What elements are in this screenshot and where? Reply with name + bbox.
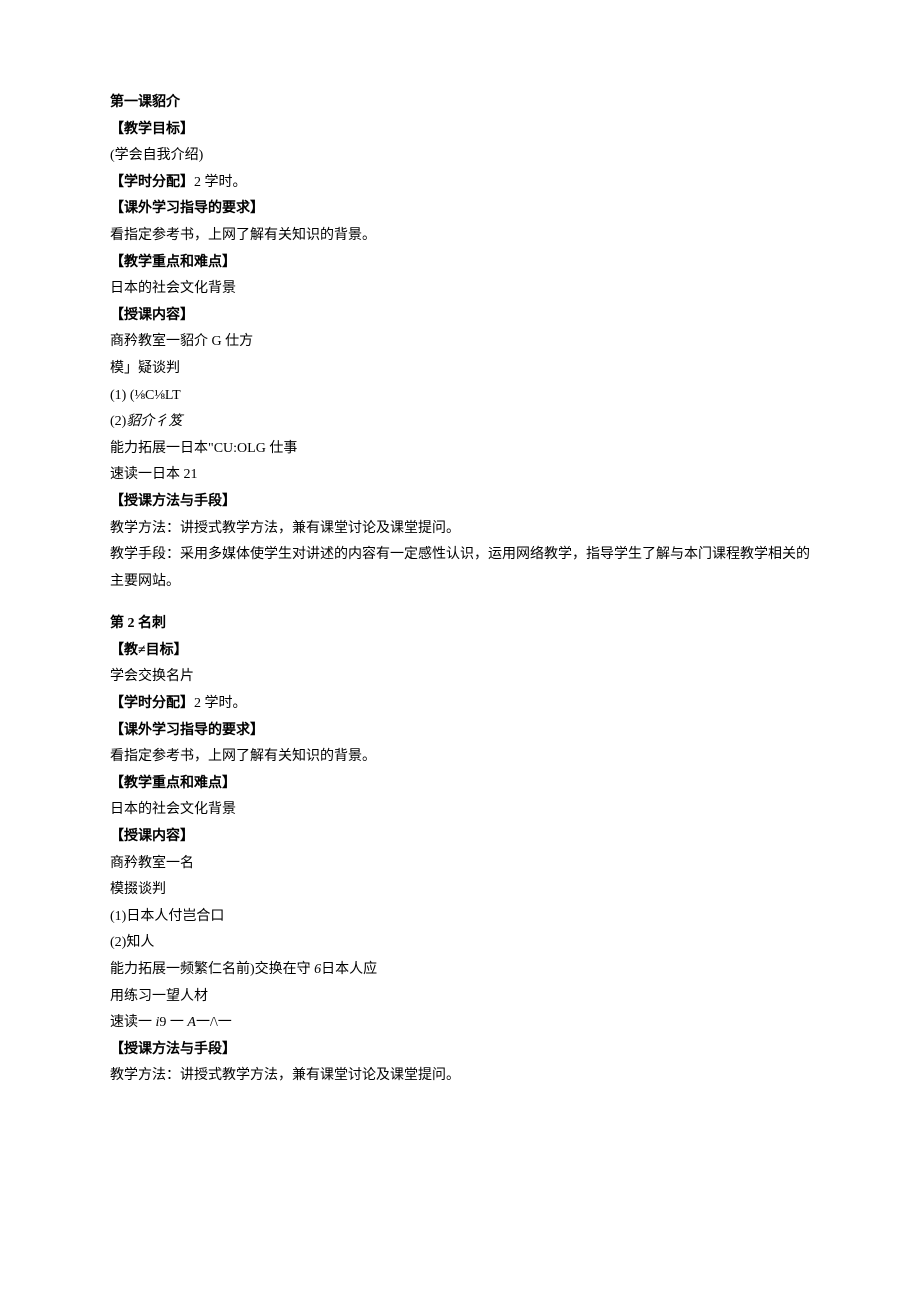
lesson2-content-7a: 速读一 (110, 1015, 156, 1030)
lesson2-focus-label: 【教学重点和难点】 (110, 771, 810, 798)
lesson2-content-7: 速读一 i9 一 A一/\一 (110, 1010, 810, 1037)
lesson1-extra-label: 【课外学习指导的要求】 (110, 196, 810, 223)
lesson1-content-5: 能力拓展一日本"CU:OLG 仕事 (110, 436, 810, 463)
lesson2-content-6: 用练习一望人材 (110, 984, 810, 1011)
lesson2-content-3: (1)日本人付岂合口 (110, 904, 810, 931)
lesson1-content-3: (1) (⅛C⅛LT (110, 383, 810, 410)
lesson2-content-1: 商矜教室一名 (110, 851, 810, 878)
lesson1-focus-label: 【教学重点和难点】 (110, 250, 810, 277)
lesson2-goal-label: 【教≠目标】 (110, 638, 810, 665)
lesson1-extra-text: 看指定参考书，上网了解有关知识的背景。 (110, 223, 810, 250)
lesson2-goal-text: 学会交换名片 (110, 664, 810, 691)
lesson2-method-1: 教学方法：讲授式教学方法，兼有课堂讨论及课堂提问。 (110, 1063, 810, 1090)
lesson1-content-label: 【授课内容】 (110, 303, 810, 330)
lesson1-hours-label: 【学时分配】 (110, 175, 194, 190)
lesson1-method-1: 教学方法：讲授式教学方法，兼有课堂讨论及课堂提问。 (110, 516, 810, 543)
lesson2-extra-text: 看指定参考书，上网了解有关知识的背景。 (110, 744, 810, 771)
lesson2-hours-label: 【学时分配】 (110, 696, 194, 711)
lesson2-content-5: 能力拓展一频繁仁名前)交换在守 6日本人应 (110, 957, 810, 984)
lesson1-content-1: 商矜教室一貂介 G 仕方 (110, 329, 810, 356)
lesson1-goal-text: (学会自我介绍) (110, 143, 810, 170)
lesson2-content-label: 【授课内容】 (110, 824, 810, 851)
lesson1-content-4: (2)貂介彳笈 (110, 409, 810, 436)
lesson2-title: 第 2 名刺 (110, 611, 810, 638)
lesson2-content-7d: A (187, 1015, 196, 1030)
lesson2-hours-text: 2 学时。 (194, 696, 247, 711)
lesson2-hours: 【学时分配】2 学时。 (110, 691, 810, 718)
lesson1-method-2: 教学手段：采用多媒体使学生对讲述的内容有一定感性认识，运用网络教学，指导学生了解… (110, 542, 810, 595)
section-divider (110, 595, 810, 611)
lesson2-content-5a: 能力拓展一频繁仁名前)交换在守 (110, 962, 314, 977)
lesson1-title: 第一课貂介 (110, 90, 810, 117)
lesson2-extra-label: 【课外学习指导的要求】 (110, 718, 810, 745)
lesson1-focus-text: 日本的社会文化背景 (110, 276, 810, 303)
lesson1-content-6: 速读一日本 21 (110, 462, 810, 489)
lesson1-hours: 【学时分配】2 学时。 (110, 170, 810, 197)
lesson2-content-7c: 9 一 (159, 1015, 187, 1030)
lesson2-content-2: 模掇谈判 (110, 877, 810, 904)
lesson1-content-2: 模」疑谈判 (110, 356, 810, 383)
lesson2-content-7e: 一/\一 (196, 1015, 232, 1030)
lesson1-content-4a: (2) (110, 414, 126, 429)
lesson1-goal-label: 【教学目标】 (110, 117, 810, 144)
lesson1-method-label: 【授课方法与手段】 (110, 489, 810, 516)
lesson2-content-4: (2)知人 (110, 930, 810, 957)
lesson2-method-label: 【授课方法与手段】 (110, 1037, 810, 1064)
lesson2-focus-text: 日本的社会文化背景 (110, 797, 810, 824)
lesson2-content-5c: 日本人应 (321, 962, 377, 977)
lesson1-content-4b: 貂介彳笈 (126, 414, 182, 429)
lesson1-hours-text: 2 学时。 (194, 175, 247, 190)
